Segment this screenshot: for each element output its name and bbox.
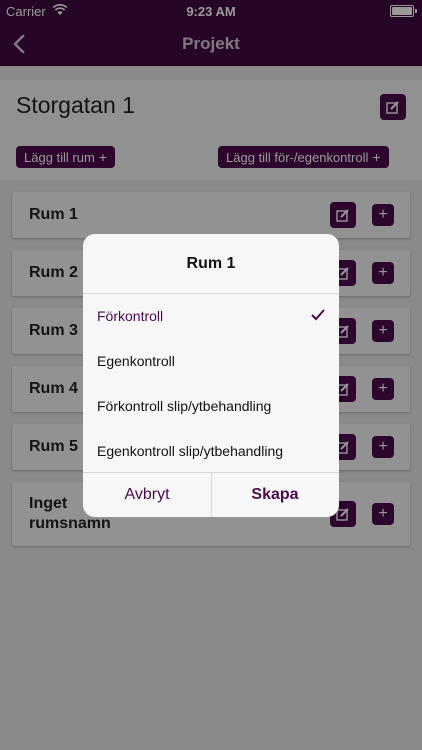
option-forkontroll[interactable]: Förkontroll [83, 294, 339, 339]
option-egenkontroll-slip[interactable]: Egenkontroll slip/ytbehandling [83, 429, 339, 474]
create-button[interactable]: Skapa [211, 473, 339, 517]
checkmark-icon [311, 309, 325, 321]
check-type-dialog: Rum 1 Förkontroll Egenkontroll Förkontro… [83, 234, 339, 517]
option-label: Egenkontroll [97, 353, 175, 369]
option-label: Förkontroll [97, 308, 164, 324]
dialog-title: Rum 1 [186, 255, 236, 272]
option-forkontroll-slip[interactable]: Förkontroll slip/ytbehandling [83, 384, 339, 429]
option-label: Egenkontroll slip/ytbehandling [97, 443, 284, 459]
option-egenkontroll[interactable]: Egenkontroll [83, 339, 339, 384]
option-label: Förkontroll slip/ytbehandling [97, 398, 272, 414]
cancel-button[interactable]: Avbryt [83, 473, 211, 517]
